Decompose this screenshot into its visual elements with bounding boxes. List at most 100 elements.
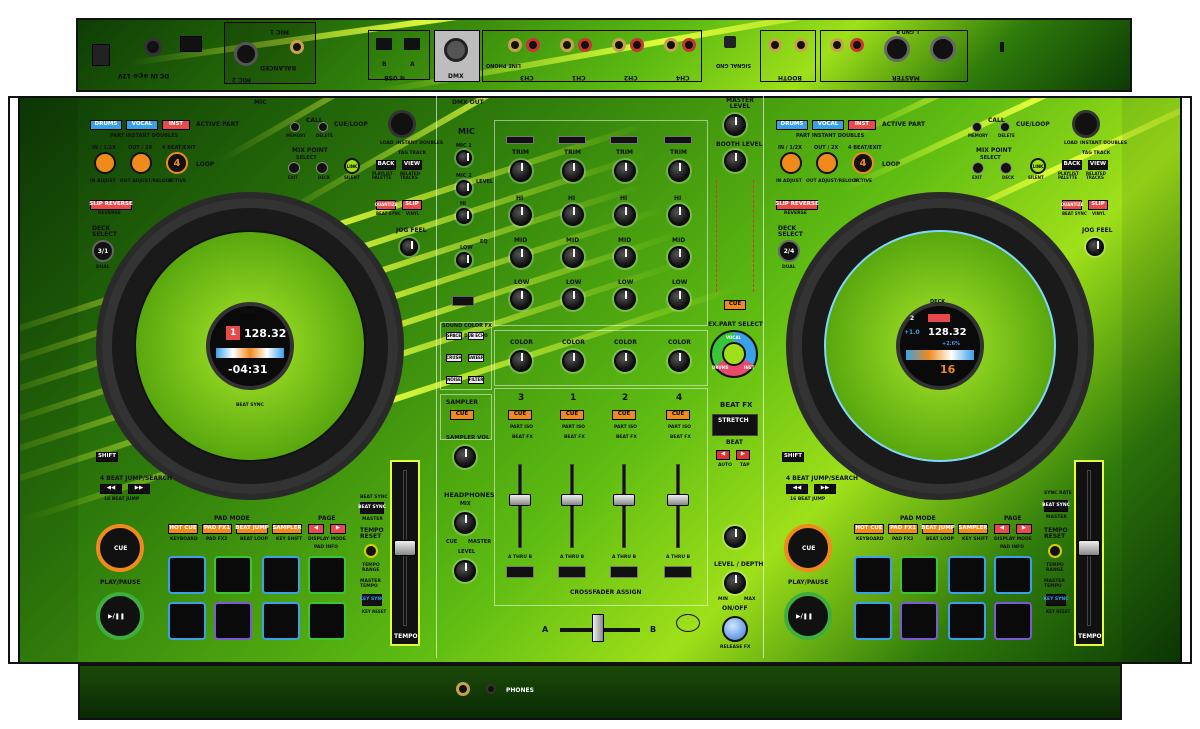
left-key-sync-button[interactable]: KEY SYNC xyxy=(360,594,384,606)
mic-switch[interactable] xyxy=(452,296,474,306)
left-pad-2[interactable] xyxy=(214,556,252,594)
right-beat-sync-button[interactable]: BEAT SYNC xyxy=(1042,500,1070,512)
right-vocal-button[interactable]: VOCAL xyxy=(812,120,844,130)
master-xlr-r[interactable] xyxy=(930,36,956,62)
ch3-color-knob[interactable] xyxy=(510,350,532,372)
right-key-sync-button[interactable]: KEY SYNC xyxy=(1044,594,1068,606)
right-slip-button[interactable]: SLIP xyxy=(1088,200,1108,210)
master-rca-l[interactable] xyxy=(830,38,844,52)
right-pad-8[interactable] xyxy=(994,602,1032,640)
right-call-prev-button[interactable] xyxy=(972,122,982,132)
right-slip-reverse-button[interactable]: SLIP REVERSE xyxy=(775,200,819,210)
left-slip-reverse-button[interactable]: SLIP REVERSE xyxy=(89,200,133,210)
ch3-rca-r[interactable] xyxy=(526,38,540,52)
mic-low-knob[interactable] xyxy=(456,252,472,268)
right-hot-cue-button[interactable]: HOT CUE xyxy=(854,524,884,534)
beat-left-button[interactable]: ◀ xyxy=(716,450,730,460)
hp-mix-knob[interactable] xyxy=(454,512,476,534)
ch1-mid-knob[interactable] xyxy=(562,246,584,268)
dmx-jack[interactable] xyxy=(444,38,468,62)
ch3-low-knob[interactable] xyxy=(510,288,532,310)
sfx-sweep-button[interactable]: SWEEP xyxy=(468,354,484,362)
right-sampler-mode-button[interactable]: SAMPLER xyxy=(958,524,988,534)
left-deck-select-button[interactable]: 3/1 xyxy=(92,240,114,262)
right-pad-5[interactable] xyxy=(854,602,892,640)
hp-level-knob[interactable] xyxy=(454,560,476,582)
left-mix-point-prev[interactable] xyxy=(288,162,300,174)
left-page-prev-button[interactable]: ◀ xyxy=(308,524,324,534)
left-back-button[interactable]: BACK xyxy=(376,160,396,170)
dc-in-jack[interactable] xyxy=(144,38,162,56)
ch2-color-knob[interactable] xyxy=(614,350,636,372)
right-pad-2[interactable] xyxy=(900,556,938,594)
right-view-button[interactable]: VIEW xyxy=(1088,160,1108,170)
beat-right-button[interactable]: ▶ xyxy=(736,450,750,460)
master-xlr-l[interactable] xyxy=(884,36,910,62)
ch4-mid-knob[interactable] xyxy=(668,246,690,268)
left-pad-1[interactable] xyxy=(168,556,206,594)
phones-jack-small[interactable] xyxy=(486,684,496,694)
left-sampler-mode-button[interactable]: SAMPLER xyxy=(272,524,302,534)
right-mix-point-prev[interactable] xyxy=(972,162,984,174)
ex-part-select-center[interactable] xyxy=(722,342,746,366)
left-browse-load-knob[interactable] xyxy=(388,110,416,138)
left-beat-sync-button[interactable]: BEAT SYNC xyxy=(358,502,386,514)
crossfader[interactable] xyxy=(592,614,604,642)
left-call-next-button[interactable] xyxy=(318,122,328,132)
right-loop-out-button[interactable] xyxy=(816,152,838,174)
left-loop-out-button[interactable] xyxy=(130,152,152,174)
ch3-hi-knob[interactable] xyxy=(510,204,532,226)
ch3-xf-assign-switch[interactable] xyxy=(506,566,534,578)
left-vocal-button[interactable]: VOCAL xyxy=(126,120,158,130)
right-link-button[interactable]: LINK xyxy=(1030,158,1046,174)
right-pad-fx1-button[interactable]: PAD FX1 xyxy=(888,524,918,534)
mic1-level-knob[interactable] xyxy=(456,150,472,166)
left-beat-jump-mode-button[interactable]: BEAT JUMP xyxy=(235,524,269,534)
level-depth-knob[interactable] xyxy=(724,572,746,594)
beat-fx-select-knob[interactable] xyxy=(724,526,746,548)
booth-jack-2[interactable] xyxy=(794,38,808,52)
master-rca-r[interactable] xyxy=(850,38,864,52)
sfx-space-button[interactable]: SPACE xyxy=(446,332,462,340)
ch4-input-switch[interactable] xyxy=(664,136,692,144)
ch2-rca-r[interactable] xyxy=(630,38,644,52)
ch3-cue-button[interactable]: CUE xyxy=(508,410,532,420)
right-pad-4[interactable] xyxy=(994,556,1032,594)
left-pad-fx1-button[interactable]: PAD FX1 xyxy=(202,524,232,534)
right-shift-button[interactable]: SHIFT xyxy=(782,452,804,462)
phones-jack-large[interactable] xyxy=(456,682,470,696)
sampler-vol-knob[interactable] xyxy=(454,446,476,468)
mic1-xlr-combo[interactable] xyxy=(234,42,258,66)
usb-b-port[interactable] xyxy=(376,38,392,50)
left-pad-4[interactable] xyxy=(308,556,346,594)
right-page-next-button[interactable]: ▶ xyxy=(1016,524,1032,534)
right-pad-6[interactable] xyxy=(900,602,938,640)
master-cue-button[interactable]: CUE xyxy=(724,300,746,310)
ch4-hi-knob[interactable] xyxy=(668,204,690,226)
left-jog-feel-knob[interactable] xyxy=(400,238,418,256)
master-level-knob[interactable] xyxy=(724,114,746,136)
ch4-color-knob[interactable] xyxy=(668,350,690,372)
power-switch[interactable] xyxy=(92,44,110,66)
right-jog-feel-knob[interactable] xyxy=(1086,238,1104,256)
right-back-button[interactable]: BACK xyxy=(1062,160,1082,170)
ch1-rca-r[interactable] xyxy=(578,38,592,52)
right-call-next-button[interactable] xyxy=(1000,122,1010,132)
left-pad-7[interactable] xyxy=(262,602,300,640)
ch1-input-switch[interactable] xyxy=(558,136,586,144)
ch3-rca-l[interactable] xyxy=(508,38,522,52)
left-pad-8[interactable] xyxy=(308,602,346,640)
left-loop-in-button[interactable] xyxy=(94,152,116,174)
right-beat-jump-forward[interactable]: ▶▶ xyxy=(814,484,836,494)
ch1-low-knob[interactable] xyxy=(562,288,584,310)
left-shift-button[interactable]: SHIFT xyxy=(96,452,118,462)
left-view-button[interactable]: VIEW xyxy=(402,160,422,170)
right-pad-3[interactable] xyxy=(948,556,986,594)
ch1-rca-l[interactable] xyxy=(560,38,574,52)
left-beat-jump-back[interactable]: ◀◀ xyxy=(100,484,122,494)
usb-a-port[interactable] xyxy=(404,38,420,50)
ch2-input-switch[interactable] xyxy=(610,136,638,144)
ch2-fader[interactable] xyxy=(613,494,635,506)
left-page-next-button[interactable]: ▶ xyxy=(330,524,346,534)
ch1-trim-knob[interactable] xyxy=(562,160,584,182)
